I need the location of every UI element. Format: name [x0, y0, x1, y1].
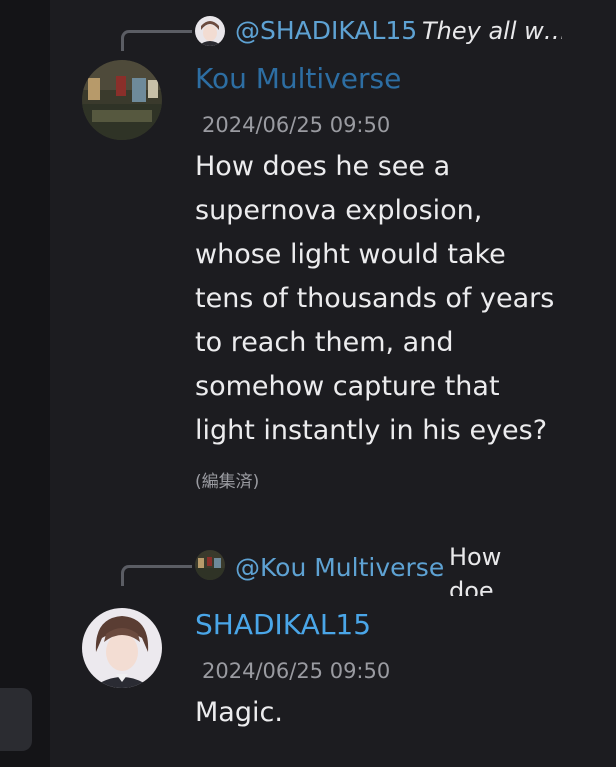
- reply-snippet[interactable]: They all w…: [422, 17, 562, 45]
- reply-avatar-image: [195, 16, 225, 46]
- sidebar-tab-handle[interactable]: [0, 688, 32, 751]
- reply-connector: [121, 565, 192, 586]
- reply-snippet[interactable]: How doe… he see a s…: [449, 540, 571, 596]
- message-timestamp: 2024/06/25 09:50: [202, 113, 391, 137]
- author-name[interactable]: SHADIKAL15: [195, 608, 371, 641]
- reply-avatar[interactable]: [195, 16, 225, 46]
- reply-avatar-image: [195, 550, 225, 580]
- reply-avatar[interactable]: [195, 550, 225, 580]
- server-sidebar-edge: [0, 0, 50, 767]
- author-avatar[interactable]: [82, 608, 162, 688]
- reply-connector: [121, 30, 192, 51]
- message-item: @SHADIKAL15 They all w… Kou Multiverse 2…: [50, 0, 616, 500]
- message-content: How does he see a supernova explosion, w…: [195, 151, 555, 446]
- message-item: @Kou Multiverse How doe… he see a s… SHA…: [50, 530, 616, 767]
- chat-message-list: @SHADIKAL15 They all w… Kou Multiverse 2…: [50, 0, 616, 767]
- reply-mention[interactable]: @SHADIKAL15: [235, 16, 417, 45]
- message-content: Magic.: [195, 697, 283, 728]
- author-avatar-image: [82, 60, 162, 140]
- author-name[interactable]: Kou Multiverse: [195, 62, 401, 95]
- reply-mention[interactable]: @Kou Multiverse: [235, 553, 444, 582]
- author-avatar[interactable]: [82, 60, 162, 140]
- edited-label: (編集済): [195, 472, 260, 492]
- author-avatar-image: [82, 608, 162, 688]
- message-timestamp: 2024/06/25 09:50: [202, 659, 391, 683]
